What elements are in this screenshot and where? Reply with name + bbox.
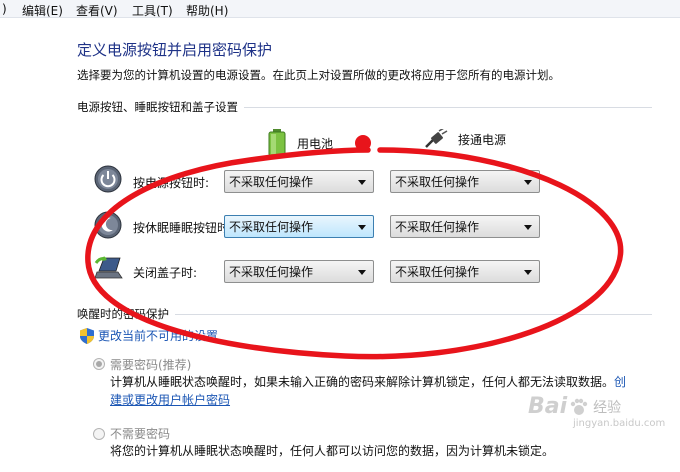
select-value: 不采取任何操作 xyxy=(229,220,314,234)
chevron-down-icon xyxy=(524,270,532,275)
page-title: 定义电源按钮并启用密码保护 xyxy=(77,41,273,59)
no-password-description: 将您的计算机从睡眠状态唤醒时，任何人都可以访问您的数据，因为计算机未锁定。 xyxy=(110,444,555,458)
select-value: 不采取任何操作 xyxy=(229,265,314,279)
menu-item-help[interactable]: 帮助(H) xyxy=(186,2,228,19)
baidu-watermark: Bai 经验 xyxy=(528,394,621,419)
column-label-plugged-in: 接通电源 xyxy=(458,132,507,147)
no-password-label: 不需要密码 xyxy=(110,427,171,441)
require-password-label: 需要密码(推荐) xyxy=(110,358,192,372)
select-value: 不采取任何操作 xyxy=(395,220,480,234)
row-label-close-lid: 关闭盖子时: xyxy=(133,266,198,280)
sleep-button-plugged-select[interactable]: 不采取任何操作 xyxy=(390,215,540,238)
column-label-battery: 用电池 xyxy=(297,136,334,151)
column-header-battery: 用电池 xyxy=(267,129,333,157)
sleep-button-battery-select[interactable]: 不采取任何操作 xyxy=(224,215,374,238)
power-plug-icon xyxy=(425,129,448,148)
change-unavailable-settings-link[interactable]: 更改当前不可用的设置 xyxy=(80,327,218,344)
watermark-text: 经验 xyxy=(593,399,622,416)
row-label-power-button: 按电源按钮时: xyxy=(133,176,210,190)
sleep-button-icon xyxy=(94,211,122,239)
require-password-radio[interactable] xyxy=(93,358,105,370)
close-lid-plugged-select[interactable]: 不采取任何操作 xyxy=(390,260,540,283)
select-value: 不采取任何操作 xyxy=(229,175,314,189)
chevron-down-icon xyxy=(358,225,366,230)
page-subtitle: 选择要为您的计算机设置的电源设置。在此页上对设置所做的更改将应用于您所有的电源计… xyxy=(77,68,560,82)
power-button-battery-select[interactable]: 不采取任何操作 xyxy=(224,170,374,193)
chevron-down-icon xyxy=(524,225,532,230)
close-lid-battery-select[interactable]: 不采取任何操作 xyxy=(224,260,374,283)
menu-item-file-partial[interactable]: ) xyxy=(2,2,7,16)
menu-item-tools[interactable]: 工具(T) xyxy=(132,2,173,19)
column-header-plugged-in: 接通电源 xyxy=(424,129,506,149)
laptop-lid-icon xyxy=(94,256,123,279)
uac-shield-icon xyxy=(80,327,94,344)
battery-icon xyxy=(268,129,286,157)
paw-icon xyxy=(570,398,588,415)
chevron-down-icon xyxy=(358,270,366,275)
create-password-link-start[interactable]: 创 xyxy=(614,375,626,389)
menu-item-view[interactable]: 查看(V) xyxy=(76,2,118,19)
section-label-power-buttons: 电源按钮、睡眠按钮和盖子设置 xyxy=(77,99,244,115)
menu-bar: ) 编辑(E) 查看(V) 工具(T) 帮助(H) xyxy=(0,0,680,18)
watermark-logo-text: Bai xyxy=(528,394,568,419)
power-button-icon xyxy=(94,165,122,193)
watermark-url: jingyan.baidu.com xyxy=(573,418,666,429)
power-button-plugged-select[interactable]: 不采取任何操作 xyxy=(390,170,540,193)
menu-item-edit[interactable]: 编辑(E) xyxy=(22,2,63,19)
no-password-radio[interactable] xyxy=(93,428,105,440)
change-unavailable-settings-label[interactable]: 更改当前不可用的设置 xyxy=(98,327,218,344)
create-password-link[interactable]: 建或更改用户帐户密码 xyxy=(110,393,230,407)
section-label-wake-password: 唤醒时的密码保护 xyxy=(77,306,175,322)
row-label-sleep-button: 按休眠睡眠按钮时: xyxy=(133,221,234,235)
select-value: 不采取任何操作 xyxy=(395,265,480,279)
chevron-down-icon xyxy=(358,180,366,185)
require-password-description-text: 计算机从睡眠状态唤醒时，如果未输入正确的密码来解除计算机锁定，任何人都无法读取数… xyxy=(110,375,615,389)
select-value: 不采取任何操作 xyxy=(395,175,480,189)
chevron-down-icon xyxy=(524,180,532,185)
